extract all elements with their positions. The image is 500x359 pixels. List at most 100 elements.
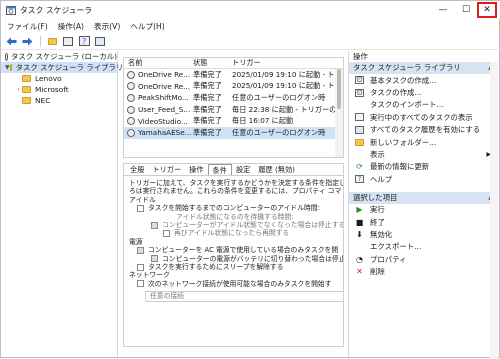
column-name[interactable]: 名前 — [124, 58, 193, 68]
back-arrow-icon[interactable] — [4, 34, 18, 48]
help-icon[interactable]: ? — [77, 34, 91, 48]
network-start-checkbox[interactable] — [137, 280, 144, 288]
idle-restart-checkbox[interactable] — [163, 229, 170, 237]
delete-x-icon: ✕ — [356, 267, 363, 277]
action-label: タスクの作成... — [370, 88, 422, 98]
menu-file[interactable]: ファイル(F) — [7, 21, 48, 32]
network-connection-select[interactable]: 任意の接続 — [145, 291, 343, 303]
power-ac-checkbox[interactable] — [137, 246, 144, 254]
forward-arrow-icon[interactable] — [20, 34, 34, 48]
task-name: OneDrive Re... — [138, 70, 191, 80]
svg-text:?: ? — [82, 37, 86, 46]
action-properties[interactable]: ◔ プロパティ — [349, 253, 498, 265]
action-label: 最新の情報に更新 — [370, 162, 430, 172]
table-row[interactable]: OneDrive Re... 準備完了 2025/01/09 19:10 に起動… — [124, 69, 343, 81]
task-name: User_Feed_S... — [138, 105, 191, 115]
action-label: 終了 — [370, 217, 385, 227]
task-name: OneDrive Re... — [138, 81, 191, 91]
action-disable[interactable]: ⬇ 無効化 — [349, 228, 498, 240]
action-end[interactable]: ■ 終了 — [349, 216, 498, 228]
center-pane: 名前 状態 トリガー OneDrive Re... 準備完了 2025/01/0… — [120, 51, 346, 359]
menu-action[interactable]: 操作(A) — [58, 21, 84, 32]
task-status: 準備完了 — [193, 104, 222, 114]
folder-up-icon[interactable] — [45, 34, 59, 48]
chevron-right-icon[interactable]: › — [15, 86, 22, 93]
tab-actions[interactable]: 操作 — [185, 164, 207, 175]
column-trigger[interactable]: トリガー — [232, 58, 336, 68]
tree-folder-lenovo[interactable]: Lenovo — [1, 73, 117, 84]
actions-section-selected[interactable]: 選択した項目 — [349, 191, 498, 204]
action-label: ヘルプ — [370, 174, 393, 184]
folder-icon — [22, 75, 31, 82]
menu-help[interactable]: ヘルプ(H) — [130, 21, 164, 32]
task-status: 準備完了 — [193, 127, 222, 137]
action-create-task[interactable]: ⏲ タスクの作成... — [349, 86, 498, 98]
action-label: エクスポート... — [370, 242, 422, 252]
close-button[interactable]: ✕ — [477, 2, 497, 18]
task-icon — [127, 117, 135, 126]
tab-settings[interactable]: 設定 — [232, 164, 254, 175]
action-label: すべてのタスク履歴を有効にする — [370, 125, 481, 135]
tree-root[interactable]: タスク スケジューラ (ローカル) — [1, 51, 117, 62]
section-library-label: タスク スケジューラ ライブラリ — [353, 63, 461, 72]
toolbar-separator — [40, 35, 41, 47]
folder-icon — [355, 138, 364, 146]
table-row[interactable]: OneDrive Re... 準備完了 2025/01/09 19:10 に起動… — [124, 81, 343, 93]
action-delete[interactable]: ✕ 削除 — [349, 265, 498, 277]
action-view[interactable]: 表示 ▶ — [349, 148, 498, 160]
actions-section-library[interactable]: タスク スケジューラ ライブラリ — [349, 62, 498, 74]
idle-start-checkbox[interactable] — [137, 204, 144, 212]
folder-icon — [22, 97, 31, 104]
action-export[interactable]: エクスポート... — [349, 241, 498, 253]
action-pane-icon[interactable] — [93, 34, 107, 48]
action-help[interactable]: ? ヘルプ — [349, 173, 498, 185]
action-label: 基本タスクの作成... — [370, 75, 437, 85]
idle-stop-checkbox[interactable] — [151, 221, 158, 229]
task-list-scrollbar[interactable] — [335, 69, 343, 157]
task-status: 準備完了 — [193, 92, 222, 102]
tree-library[interactable]: ▼ タスク スケジューラ ライブラリ — [1, 62, 123, 73]
table-row[interactable]: VideoStudio... 準備完了 毎日 16:07 に起動 — [124, 115, 343, 127]
action-run[interactable]: ▶ 実行 — [349, 204, 498, 216]
action-label: タスクのインポート... — [370, 100, 444, 110]
tree-folder-microsoft[interactable]: › Microsoft — [1, 84, 117, 95]
action-import-task[interactable]: タスクのインポート... — [349, 99, 498, 111]
action-enable-history[interactable]: すべてのタスク履歴を有効にする — [349, 124, 498, 136]
task-trigger: 2025/01/09 19:10 に起動 - トリガ — [232, 69, 336, 79]
tab-triggers[interactable]: トリガー — [148, 164, 185, 175]
show-hide-tree-icon[interactable] — [61, 34, 75, 48]
action-create-basic-task[interactable]: ⏲ 基本タスクの作成... — [349, 74, 498, 86]
actions-scrollbar[interactable] — [490, 62, 498, 359]
minimize-button[interactable]: — — [432, 1, 454, 19]
task-status: 準備完了 — [193, 116, 222, 126]
tab-history[interactable]: 履歴 (無効) — [254, 164, 299, 175]
task-clock-icon: ⏲ — [355, 87, 364, 97]
conditions-content: トリガーに加えて、タスクを実行するかどうかを決定する条件を指定し ろは実行されま… — [124, 176, 343, 303]
task-status: 準備完了 — [193, 81, 222, 91]
tab-general[interactable]: 全般 — [126, 164, 148, 175]
action-label: 実行中のすべてのタスクの表示 — [370, 112, 473, 122]
task-icon — [127, 128, 135, 137]
column-status[interactable]: 状態 — [193, 58, 232, 68]
tab-conditions[interactable]: 条件 — [207, 164, 232, 175]
table-row[interactable]: User_Feed_S... 準備完了 毎日 22:38 に起動 - トリガーの… — [124, 104, 343, 116]
table-row[interactable]: PeakShiftMo... 準備完了 任意のユーザーのログオン時 — [124, 92, 343, 104]
task-name: PeakShiftMo... — [138, 93, 189, 103]
toolbar: ? — [1, 33, 500, 50]
action-label: 削除 — [370, 267, 385, 277]
tree-folder-nec[interactable]: NEC — [1, 95, 117, 106]
stop-icon: ■ — [355, 217, 364, 227]
folder-icon — [9, 64, 12, 71]
power-wake-checkbox[interactable] — [137, 263, 144, 271]
power-wake-label: タスクを実行するためにスリープを解除する — [148, 263, 284, 272]
chevron-down-icon[interactable]: ▼ — [5, 64, 10, 71]
action-refresh[interactable]: ⟳ 最新の情報に更新 — [349, 161, 498, 173]
table-row-selected[interactable]: YamahaAESe... 準備完了 任意のユーザーのログオン時 — [124, 126, 343, 139]
power-battery-checkbox[interactable] — [151, 255, 158, 263]
menu-view[interactable]: 表示(V) — [94, 21, 120, 32]
action-new-folder[interactable]: 新しいフォルダー... — [349, 136, 498, 148]
title-bar: タスク スケジューラ — ☐ ✕ — [1, 1, 500, 19]
maximize-button[interactable]: ☐ — [455, 1, 477, 19]
arrow-down-icon: ⬇ — [356, 229, 363, 239]
action-display-running-tasks[interactable]: 実行中のすべてのタスクの表示 — [349, 111, 498, 123]
